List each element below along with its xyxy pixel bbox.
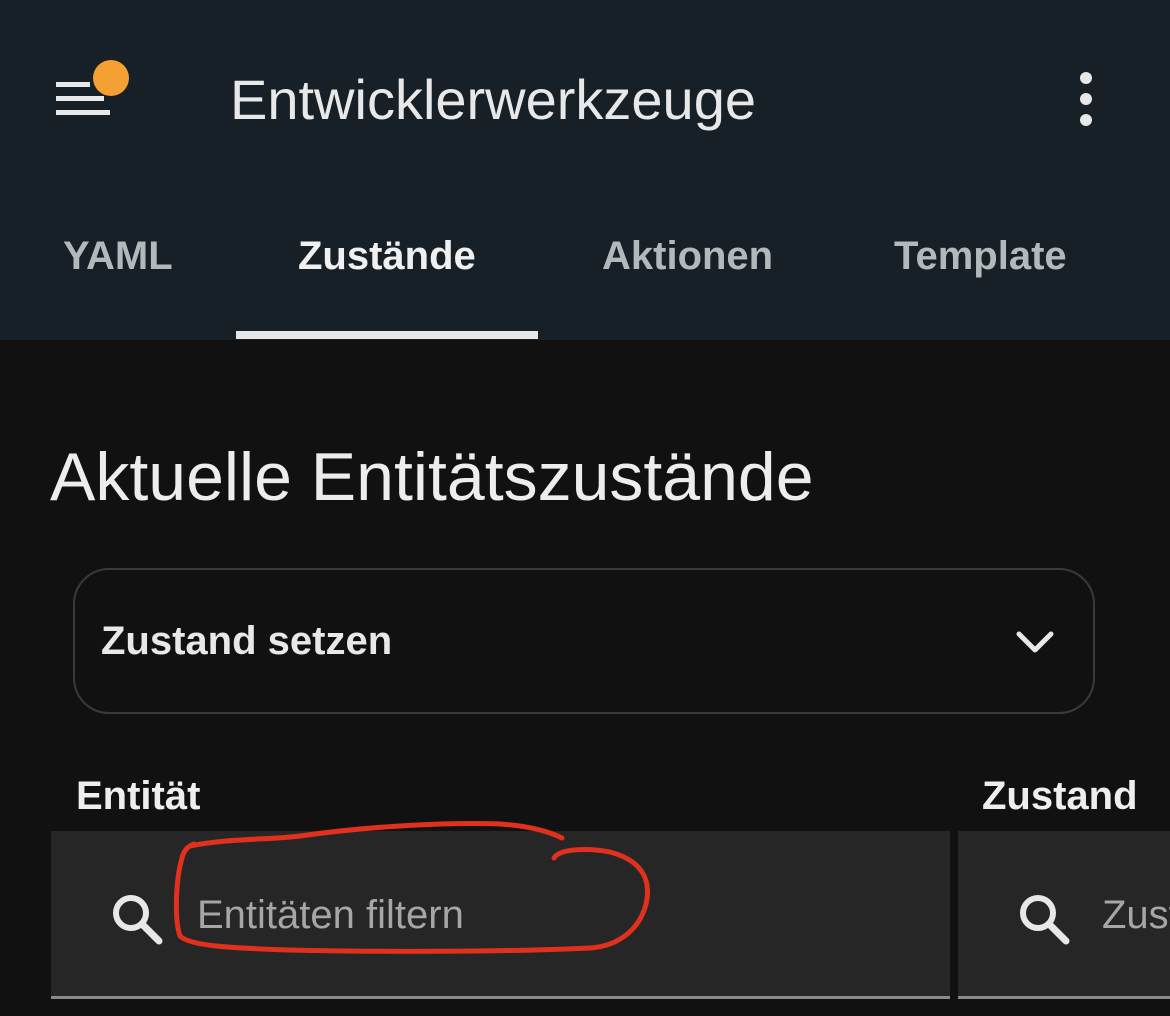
menu-button[interactable] [50,58,134,128]
search-icon [107,889,167,949]
entity-filter-field [51,831,950,999]
overflow-menu-button[interactable] [1058,66,1114,132]
chevron-down-icon [1013,624,1057,660]
app-bar: Entwicklerwerkzeuge YAML Zustände Aktion… [0,0,1170,340]
search-icon [1014,889,1074,949]
menu-icon [50,58,134,128]
tab-zustaende[interactable]: Zustände [298,230,476,282]
tab-aktionen[interactable]: Aktionen [602,230,773,282]
more-vertical-icon [1058,72,1114,136]
column-header-entity: Entität [76,774,201,818]
tab-bar: YAML Zustände Aktionen Template [0,200,1170,340]
set-state-label: Zustand setzen [101,619,393,663]
entity-filter-input[interactable] [197,883,917,947]
active-tab-indicator [236,331,538,339]
notification-dot [93,60,129,96]
tab-yaml[interactable]: YAML [63,230,173,282]
tab-template[interactable]: Template [894,230,1067,282]
page-title: Aktuelle Entitätszustände [50,439,814,515]
state-filter-field [958,831,1170,999]
state-filter-input[interactable] [1102,883,1170,947]
set-state-expander[interactable]: Zustand setzen [73,568,1095,714]
app-title: Entwicklerwerkzeuge [230,68,756,131]
column-header-state: Zustand [982,774,1138,818]
